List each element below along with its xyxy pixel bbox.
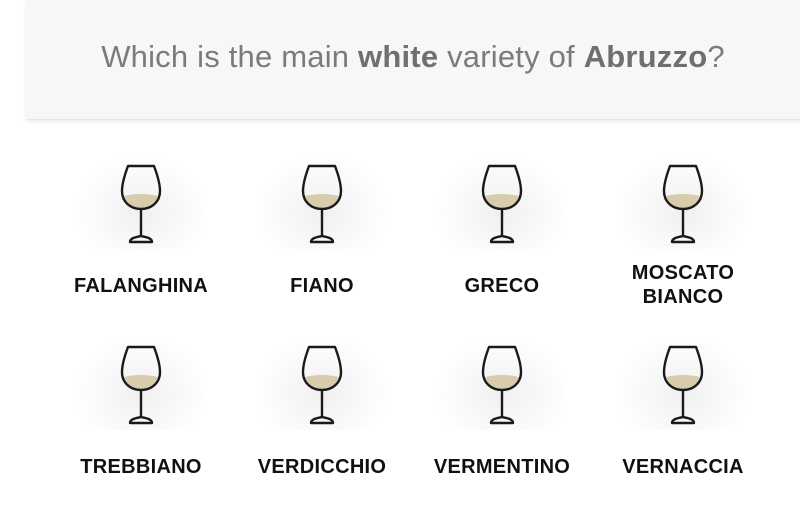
answer-option-vermentino[interactable]: VERMENTINO: [402, 338, 602, 518]
white-wine-glass-icon: [120, 164, 162, 244]
white-wine-glass-icon: [120, 345, 162, 425]
option-label: VERMENTINO: [402, 455, 602, 479]
glass-image: [438, 338, 566, 430]
option-label-line-2: BIANCO: [642, 286, 724, 308]
quiz-page: Which is the main white variety of Abruz…: [0, 0, 800, 521]
glass-image: [258, 157, 386, 249]
option-label-line-1: FIANO: [290, 275, 354, 297]
option-label: GRECO: [402, 274, 602, 298]
white-wine-glass-icon: [662, 164, 704, 244]
option-label-line-1: GRECO: [464, 275, 540, 297]
glass-image: [77, 338, 205, 430]
glass-image: [438, 157, 566, 249]
glass-image: [619, 157, 747, 249]
glass-image: [258, 338, 386, 430]
answer-option-greco[interactable]: GRECO: [402, 157, 602, 337]
glass-image: [77, 157, 205, 249]
option-label: VERNACCIA: [583, 455, 783, 479]
option-label-line-1: TREBBIANO: [80, 456, 202, 478]
answer-option-fiano[interactable]: FIANO: [222, 157, 422, 337]
white-wine-glass-icon: [301, 164, 343, 244]
option-label-line-1: MOSCATO: [631, 262, 735, 284]
option-label: FIANO: [222, 274, 422, 298]
glass-image: [619, 338, 747, 430]
option-label-line-1: VERDICCHIO: [257, 456, 387, 478]
answer-option-verdicchio[interactable]: VERDICCHIO: [222, 338, 422, 518]
answer-option-moscato-bianco[interactable]: MOSCATO BIANCO: [583, 157, 783, 337]
option-label: VERDICCHIO: [222, 455, 422, 479]
option-label-line-1: VERMENTINO: [433, 456, 571, 478]
option-label: FALANGHINA: [41, 274, 241, 298]
option-label-line-1: VERNACCIA: [622, 456, 744, 478]
white-wine-glass-icon: [301, 345, 343, 425]
white-wine-glass-icon: [481, 164, 523, 244]
option-label: TREBBIANO: [41, 455, 241, 479]
option-label-line-1: FALANGHINA: [73, 275, 209, 297]
white-wine-glass-icon: [481, 345, 523, 425]
answer-option-trebbiano[interactable]: TREBBIANO: [41, 338, 241, 518]
answer-option-vernaccia[interactable]: VERNACCIA: [583, 338, 783, 518]
answer-option-falanghina[interactable]: FALANGHINA: [41, 157, 241, 337]
answer-options-grid: FALANGHINA FIANO GRECO MOSCATO BIANCO TR…: [0, 0, 800, 521]
white-wine-glass-icon: [662, 345, 704, 425]
option-label: MOSCATO BIANCO: [583, 261, 783, 309]
